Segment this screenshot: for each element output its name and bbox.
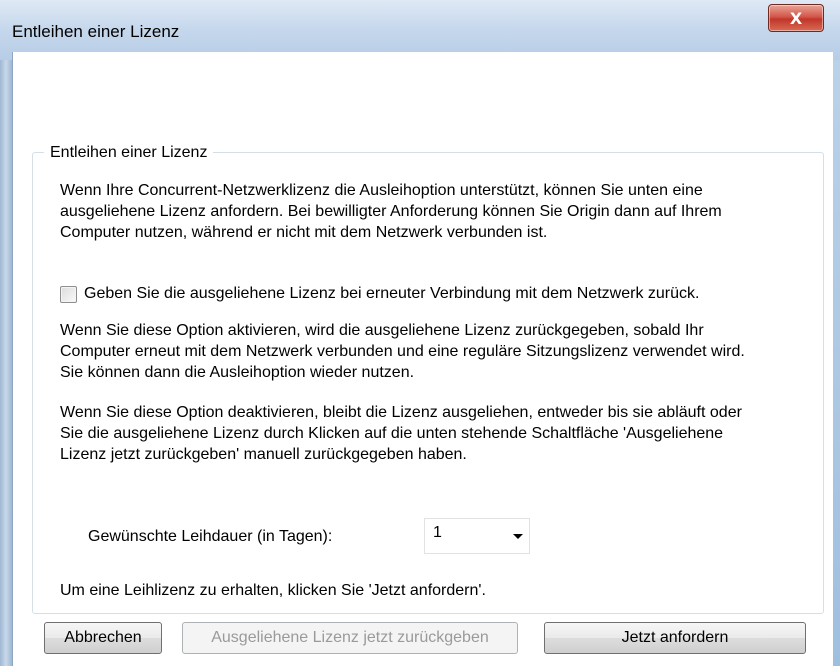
title-bar[interactable]: Entleihen einer Lizenz X <box>0 0 840 60</box>
option-disabled-text: Wenn Sie diese Option deaktivieren, blei… <box>60 402 742 465</box>
option-enabled-line: Sie können dann die Ausleihoption wieder… <box>60 364 415 381</box>
close-icon: X <box>789 8 803 28</box>
window-title: Entleihen einer Lizenz <box>12 22 180 41</box>
group-title: Entleihen einer Lizenz <box>44 144 214 162</box>
duration-dropdown[interactable]: 1 <box>424 518 530 554</box>
option-disabled-line: Wenn Sie diese Option deaktivieren, blei… <box>60 404 742 421</box>
intro-text: Wenn Ihre Concurrent-Netzwerklizenz die … <box>60 180 722 243</box>
window-left-border <box>0 60 12 666</box>
cancel-button[interactable]: Abbrechen <box>44 622 162 654</box>
option-enabled-line: Wenn Sie diese Option aktivieren, wird d… <box>60 322 704 339</box>
option-disabled-line: Sie die ausgeliehene Lizenz durch Klicke… <box>60 425 724 442</box>
return-on-reconnect-checkbox[interactable] <box>60 285 77 303</box>
option-enabled-text: Wenn Sie diese Option aktivieren, wird d… <box>60 320 745 383</box>
chevron-down-icon[interactable] <box>513 534 523 539</box>
intro-line: ausgeliehene Lizenz anfordern. Bei bewil… <box>60 203 722 220</box>
intro-line: Computer nutzen, während er nicht mit de… <box>60 224 548 241</box>
return-on-reconnect-label[interactable]: Geben Sie die ausgeliehene Lizenz bei er… <box>84 285 699 303</box>
close-button[interactable]: X <box>768 4 824 32</box>
option-enabled-line: Computer erneut mit dem Netzwerk verbund… <box>60 343 745 360</box>
option-disabled-line: Lizenz jetzt zurückgeben' manuell zurück… <box>60 446 467 463</box>
duration-label: Gewünschte Leihdauer (in Tagen): <box>88 528 333 545</box>
return-license-button[interactable]: Ausgeliehene Lizenz jetzt zurückgeben <box>182 622 518 654</box>
intro-line: Wenn Ihre Concurrent-Netzwerklizenz die … <box>60 182 703 199</box>
request-now-button[interactable]: Jetzt anfordern <box>544 622 806 654</box>
duration-value: 1 <box>433 524 442 541</box>
return-on-reconnect-row[interactable]: Geben Sie die ausgeliehene Lizenz bei er… <box>60 285 699 303</box>
request-hint: Um eine Leihlizenz zu erhalten, klicken … <box>60 582 486 599</box>
